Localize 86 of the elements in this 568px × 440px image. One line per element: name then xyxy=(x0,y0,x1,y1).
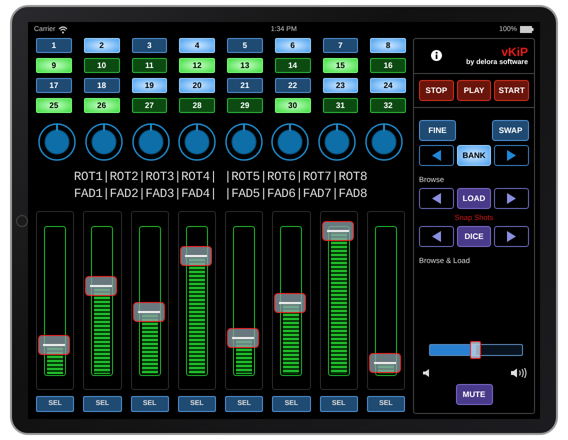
fader-slider[interactable] xyxy=(225,210,264,390)
snapshot-right-button[interactable] xyxy=(494,226,530,246)
pad-button[interactable]: 5 xyxy=(227,38,263,52)
bank-right-button[interactable] xyxy=(494,144,530,166)
pad-button[interactable]: 21 xyxy=(227,78,263,92)
pad-button[interactable]: 7 xyxy=(322,38,358,52)
pad-button[interactable]: 9 xyxy=(36,58,72,72)
pad-button[interactable]: 8 xyxy=(370,38,406,52)
right-arrow-icon xyxy=(507,192,516,204)
rotary-knob[interactable] xyxy=(224,122,263,160)
bank-button[interactable]: BANK xyxy=(456,144,492,166)
browse-left-button[interactable] xyxy=(419,188,454,208)
left-arrow-icon xyxy=(432,150,441,160)
pad-button[interactable]: 15 xyxy=(322,58,358,72)
rotary-knob[interactable] xyxy=(132,122,170,160)
pad-button[interactable]: 18 xyxy=(84,78,120,92)
battery-icon xyxy=(520,26,534,33)
bank-left-button[interactable] xyxy=(419,144,454,166)
pad-button[interactable]: 17 xyxy=(36,78,72,92)
transport-button[interactable]: START xyxy=(494,80,530,100)
fine-button[interactable]: FINE xyxy=(419,120,456,140)
rotary-knob[interactable] xyxy=(84,122,123,160)
speaker-low-icon xyxy=(423,368,431,376)
right-arrow-icon xyxy=(507,150,516,160)
rotary-knob[interactable] xyxy=(271,122,310,160)
pad-button[interactable]: 3 xyxy=(132,38,168,52)
pad-button[interactable]: 12 xyxy=(179,58,215,72)
volume-thumb[interactable] xyxy=(470,340,481,358)
fader-slider[interactable] xyxy=(83,210,122,390)
fader-slider[interactable] xyxy=(366,210,405,390)
app-title: vKiP xyxy=(501,45,528,59)
fader-thumb[interactable] xyxy=(180,246,212,266)
pad-button[interactable]: 2 xyxy=(84,38,120,52)
info-icon[interactable] xyxy=(431,50,442,61)
pad-button[interactable]: 19 xyxy=(132,78,168,92)
fader-thumb[interactable] xyxy=(85,276,118,296)
pad-button[interactable]: 20 xyxy=(179,78,215,92)
pad-button[interactable]: 4 xyxy=(179,38,215,52)
pad-button[interactable]: 32 xyxy=(370,98,406,112)
rotary-knob[interactable] xyxy=(318,122,356,160)
rotary-knob[interactable] xyxy=(178,122,216,160)
fader-slider[interactable] xyxy=(36,210,74,390)
mute-button[interactable]: MUTE xyxy=(456,384,492,404)
pad-button[interactable]: 13 xyxy=(227,58,263,72)
pad-button[interactable]: 28 xyxy=(179,98,215,112)
pad-button[interactable]: 11 xyxy=(132,58,168,72)
pad-button[interactable]: 29 xyxy=(227,98,263,112)
fader-slider[interactable] xyxy=(130,210,169,390)
pad-button[interactable]: 31 xyxy=(322,98,358,112)
fader-slider[interactable] xyxy=(178,210,216,390)
pad-button[interactable]: 25 xyxy=(36,98,72,112)
pad-button[interactable]: 6 xyxy=(274,38,310,52)
fader-thumb[interactable] xyxy=(322,220,354,241)
pad-button[interactable]: 24 xyxy=(370,78,406,92)
pad-button[interactable]: 22 xyxy=(274,78,310,92)
fader-thumb[interactable] xyxy=(274,293,306,314)
transport-button[interactable]: PLAY xyxy=(456,80,492,100)
transport-button[interactable]: STOP xyxy=(419,80,454,100)
pad-button[interactable]: 30 xyxy=(274,98,310,112)
rotary-knob[interactable] xyxy=(364,122,403,160)
pad-button[interactable]: 1 xyxy=(36,38,72,52)
fader-slider[interactable] xyxy=(272,210,310,390)
fader-thumb[interactable] xyxy=(38,334,70,355)
left-arrow-icon xyxy=(432,230,441,242)
right-arrow-icon xyxy=(507,230,516,242)
load-button[interactable]: LOAD xyxy=(456,188,492,208)
pad-button[interactable]: 10 xyxy=(84,58,120,72)
fader-thumb[interactable] xyxy=(368,352,401,373)
pad-button[interactable]: 26 xyxy=(84,98,120,112)
pad-button[interactable]: 14 xyxy=(274,58,310,72)
left-arrow-icon xyxy=(432,192,441,204)
pad-button[interactable]: 23 xyxy=(322,78,358,92)
assignment-label: ROT1|ROT2|ROT3|ROT4| |ROT5|ROT6|ROT7|ROT8 xyxy=(72,168,368,186)
fader-slider[interactable] xyxy=(320,210,358,390)
assignment-label: FAD1|FAD2|FAD3|FAD4| |FAD5|FAD6|FAD7|FAD8 xyxy=(72,186,368,202)
rotary-knob[interactable] xyxy=(38,122,76,160)
fader-thumb[interactable] xyxy=(227,328,260,348)
snapshot-left-button[interactable] xyxy=(419,226,454,246)
pad-button[interactable]: 16 xyxy=(370,58,406,72)
speaker-high-icon xyxy=(511,368,527,378)
swap-button[interactable]: SWAP xyxy=(492,120,529,140)
wifi-icon xyxy=(58,26,68,34)
dice-button[interactable]: DICE xyxy=(456,226,492,246)
browse-right-button[interactable] xyxy=(494,188,530,208)
fader-thumb[interactable] xyxy=(132,302,165,322)
pad-button[interactable]: 27 xyxy=(132,98,168,112)
